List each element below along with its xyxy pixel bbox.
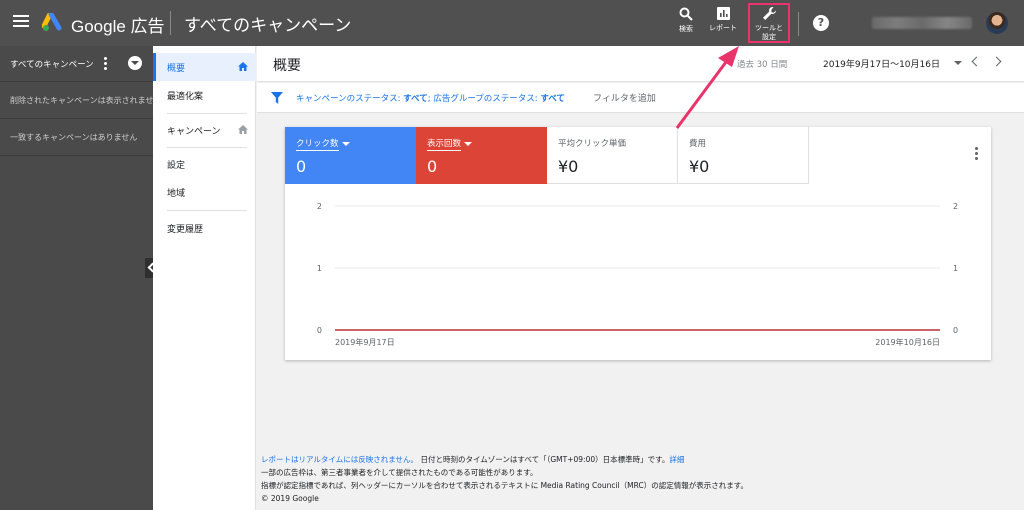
nav-item-settings[interactable]: 設定 — [153, 150, 256, 178]
metric-label: 費用 — [689, 139, 707, 149]
footer-line-1: レポートはリアルタイムには反映されません。 日付と時刻のタイムゾーンはすべて「（… — [261, 453, 748, 466]
menu-icon[interactable] — [13, 15, 29, 29]
wrench-icon — [762, 7, 776, 20]
metric-clicks[interactable]: クリック数 0 — [285, 127, 416, 184]
metric-label: 表示回数 — [427, 139, 462, 151]
nav-divider — [167, 113, 247, 114]
metric-impressions[interactable]: 表示回数 0 — [416, 127, 547, 184]
date-range-picker[interactable]: 2019年9月17日〜10月16日 — [823, 57, 940, 70]
page-footer: レポートはリアルタイムには反映されません。 日付と時刻のタイムゾーンはすべて「（… — [261, 453, 748, 505]
y-tick-label-right: 2 — [953, 202, 958, 211]
page-header: 概要 過去 30 日間 2019年9月17日〜10月16日 — [257, 46, 1024, 82]
chevron-left-icon[interactable] — [971, 56, 982, 67]
details-link[interactable]: 詳細 — [669, 455, 684, 464]
nav-item-change-history[interactable]: 変更履歴 — [153, 214, 256, 242]
realtime-note-link[interactable]: レポートはリアルタイムには反映されません。 — [261, 455, 418, 464]
metric-label: 平均クリック単価 — [558, 139, 627, 149]
performance-card: クリック数 0 表示回数 0 平均クリック単価 ¥0 費用 ¥0 0 0 1 1 2 2 2… — [285, 127, 991, 360]
campaign-tree-title: すべてのキャンペーン — [10, 60, 94, 70]
removed-campaigns-note: 削除されたキャンペーンは表示されません — [0, 83, 153, 119]
y-tick-label-right: 1 — [953, 264, 958, 273]
metric-value: ¥0 — [689, 157, 710, 176]
metric-label-wrap: クリック数 — [296, 137, 416, 151]
top-app-bar: Google 広告 すべてのキャンペーン 検索 レポート ツールと 設定 ? — [0, 0, 1024, 46]
add-filter-button[interactable]: フィルタを追加 — [593, 91, 656, 104]
nav-item-label: 設定 — [167, 161, 186, 171]
tools-and-settings-button[interactable]: ツールと 設定 — [748, 3, 790, 43]
more-vert-icon[interactable] — [104, 57, 108, 72]
metric-label-wrap: 表示回数 — [427, 137, 547, 151]
dropdown-icon[interactable] — [128, 56, 142, 70]
campaign-status-filter-value: すべて — [403, 94, 428, 104]
filter-bar: キャンペーンのステータス: すべて; 広告グループのステータス: すべて フィル… — [257, 83, 1024, 113]
tools-label-line1: ツールと — [755, 24, 783, 32]
adgroup-status-filter-value: すべて — [540, 94, 565, 104]
nav-item-label: 概要 — [167, 64, 186, 74]
search-button[interactable]: 検索 — [668, 7, 704, 34]
y-tick-label-right: 0 — [953, 326, 958, 335]
chevron-down-icon — [464, 141, 473, 146]
adgroup-status-filter-label: 広告グループのステータス: — [433, 94, 541, 104]
google-ads-logo — [42, 13, 62, 31]
home-icon — [238, 62, 248, 71]
nav-divider — [167, 210, 247, 211]
y-tick-label-left: 0 — [317, 326, 322, 335]
metric-label: クリック数 — [296, 139, 339, 151]
nav-item-label: 最適化案 — [167, 92, 204, 102]
campaign-title: すべてのキャンペーン — [184, 16, 352, 36]
page-title: 概要 — [273, 58, 301, 74]
performance-line-chart: 0 0 1 1 2 2 2019年9月17日 2019年10月16日 — [317, 202, 958, 347]
brand-name: Google 広告 — [71, 17, 165, 36]
metric-avg-cpc[interactable]: 平均クリック単価 ¥0 — [547, 127, 678, 184]
nav-item-overview[interactable]: 概要 — [153, 53, 256, 81]
date-range-preset[interactable]: 過去 30 日間 — [737, 58, 787, 70]
x-tick-label: 2019年10月16日 — [875, 337, 940, 347]
tools-label-line2: 設定 — [762, 33, 776, 41]
home-icon — [238, 125, 248, 134]
campaign-status-filter-label: キャンペーンのステータス: — [296, 94, 404, 104]
nav-divider — [167, 147, 247, 148]
y-tick-label-left: 2 — [317, 202, 322, 211]
help-icon[interactable]: ? — [813, 15, 829, 31]
chevron-right-icon[interactable] — [991, 56, 1002, 67]
header-divider — [170, 11, 171, 35]
metric-value: ¥0 — [558, 157, 579, 176]
metric-value: 0 — [427, 157, 438, 176]
report-icon — [716, 7, 730, 20]
nav-item-label: キャンペーン — [167, 127, 221, 137]
avatar[interactable] — [986, 12, 1008, 34]
nav-item-label: 変更履歴 — [167, 225, 204, 235]
footer-line-2: 一部の広告枠は、第三者事業者を介して提供されたものである可能性があります。 — [261, 468, 538, 477]
report-button[interactable]: レポート — [705, 7, 741, 33]
no-campaigns-note: 一致するキャンペーンはありません — [0, 120, 153, 156]
page-menu: 概要 最適化案 キャンペーン 設定 地域 変更履歴 — [153, 46, 256, 510]
nav-item-locations[interactable]: 地域 — [153, 178, 256, 206]
copyright: © 2019 Google — [261, 494, 319, 503]
chevron-down-icon[interactable] — [954, 61, 962, 65]
metric-cost[interactable]: 費用 ¥0 — [678, 127, 809, 184]
timezone-note: 日付と時刻のタイムゾーンはすべて「（GMT+09:00）日本標準時」です。 — [418, 455, 670, 464]
chevron-down-icon — [341, 141, 350, 146]
search-icon — [679, 7, 693, 21]
more-vert-icon[interactable] — [975, 147, 979, 162]
footer-line-3: 指標が認定指標であれば、列ヘッダーにカーソルを合わせて表示されるテキストに Me… — [261, 481, 748, 490]
account-email-blurred[interactable] — [872, 17, 972, 29]
campaign-tree-panel: すべてのキャンペーン 削除されたキャンペーンは表示されません 一致するキャンペー… — [0, 46, 153, 510]
header-divider-2 — [798, 12, 799, 36]
nav-item-label: 地域 — [167, 189, 186, 199]
campaign-tree-header: すべてのキャンペーン — [0, 46, 153, 82]
nav-item-recommendations[interactable]: 最適化案 — [153, 81, 256, 109]
filter-icon[interactable] — [271, 92, 283, 104]
y-tick-label-left: 1 — [317, 264, 322, 273]
search-label: 検索 — [679, 25, 693, 33]
active-filters[interactable]: キャンペーンのステータス: すべて; 広告グループのステータス: すべて — [296, 92, 565, 104]
nav-item-campaigns[interactable]: キャンペーン — [153, 116, 256, 144]
report-label: レポート — [709, 24, 737, 32]
x-tick-label: 2019年9月17日 — [335, 337, 395, 347]
metric-value: 0 — [296, 157, 307, 176]
